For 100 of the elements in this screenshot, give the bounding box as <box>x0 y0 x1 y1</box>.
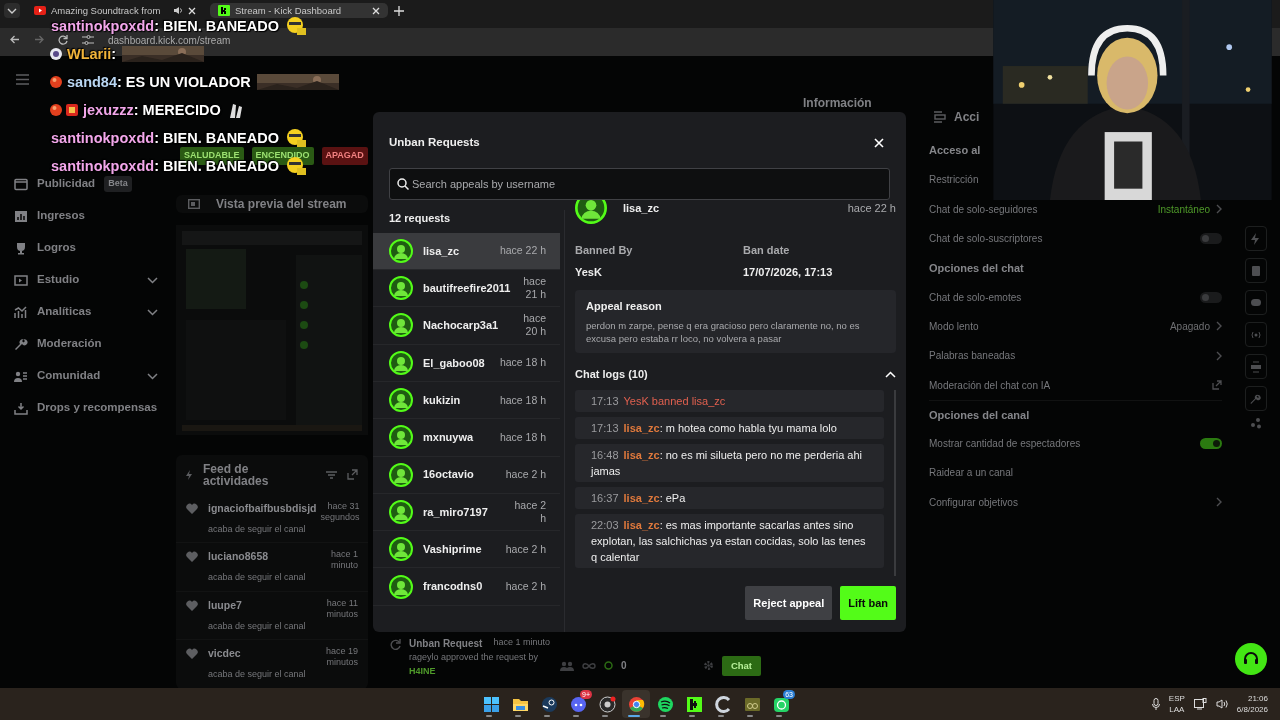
chevron-up-icon[interactable] <box>885 370 896 378</box>
new-tab-icon[interactable] <box>394 6 404 16</box>
chat-bubble-icon <box>1250 296 1262 309</box>
request-item[interactable]: Vashiprime hace 2 h <box>373 531 560 569</box>
setting-label: Chat de solo-suscriptores <box>929 232 1044 247</box>
timestamp: hace 1 minuto <box>493 636 550 649</box>
bolt-icon <box>1250 232 1262 245</box>
toggle-switch[interactable] <box>1200 438 1222 450</box>
sidebar-item[interactable]: Ingresos <box>14 206 172 226</box>
sidebar-item[interactable]: Analíticas <box>14 302 172 322</box>
panel-icon <box>934 111 946 123</box>
request-item[interactable]: kukizin hace 18 h <box>373 381 560 420</box>
request-item[interactable]: francodns0 hace 2 h <box>373 568 560 606</box>
request-item[interactable]: mxnuywa hace 18 h <box>373 419 560 457</box>
controller-icon <box>569 695 587 713</box>
window-icon <box>14 177 28 191</box>
username: Vashiprime <box>423 542 483 557</box>
toggle-switch[interactable] <box>1200 291 1222 303</box>
username: ra_miro7197 <box>423 504 489 520</box>
setting-label: Raidear a un canal <box>929 466 1014 481</box>
sidebar-item[interactable]: Drops y recompensas <box>14 398 172 418</box>
setting-label: Palabras baneadas <box>929 349 1017 364</box>
close-icon[interactable] <box>372 6 380 15</box>
menu-icon[interactable] <box>16 74 29 85</box>
tab-title: Stream - Kick Dashboard <box>235 5 343 16</box>
phone-bubble-icon <box>772 695 790 713</box>
reject-button[interactable]: Reject appeal <box>745 585 833 620</box>
language-indicator[interactable]: ESP LAA <box>1168 693 1185 715</box>
section-heading: Opciones del canal <box>929 407 1031 423</box>
circle-icon <box>604 661 613 671</box>
microphone-icon[interactable] <box>1151 698 1160 710</box>
url-text[interactable]: dashboard.kick.com/stream <box>108 35 231 47</box>
modal-title: Unban Requests <box>389 135 480 150</box>
sidebar-label: Publicidad <box>37 176 96 192</box>
heart-icon <box>186 648 198 659</box>
sidebar-item[interactable]: Estudio <box>14 270 172 290</box>
request-item[interactable]: lisa_zc hace 22 h <box>373 232 560 271</box>
avatar-icon <box>389 462 413 487</box>
browser-tab[interactable]: Amazing Soundtrack from <box>26 3 204 18</box>
panel-icon <box>1250 360 1262 373</box>
sidebar-item[interactable]: Publicidad Beta <box>14 174 172 194</box>
bolt-icon <box>186 469 193 480</box>
request-item[interactable]: bautifreefire2011 hace 21 h <box>373 270 560 308</box>
username: luciano8658 <box>208 549 269 564</box>
close-icon[interactable] <box>188 6 196 15</box>
username: 16octavio <box>423 467 475 483</box>
setting-label: Chat de solo-seguidores <box>929 202 1039 217</box>
reload-icon[interactable] <box>58 35 68 45</box>
beta-badge: Beta <box>104 176 132 192</box>
badge-icon <box>49 47 63 61</box>
k-logo-icon <box>685 695 703 713</box>
sidebar-label: Moderación <box>37 336 103 352</box>
badge-icon <box>49 103 63 117</box>
sidebar-item[interactable]: Comunidad <box>14 366 172 386</box>
setting-label: Moderación del chat con IA <box>929 378 1052 393</box>
site-settings-icon[interactable] <box>82 35 94 45</box>
volume-icon[interactable] <box>1215 699 1228 709</box>
dots-icon[interactable] <box>1250 418 1262 429</box>
taskbar-app[interactable] <box>622 690 650 718</box>
search-icon <box>397 178 409 191</box>
network-icon[interactable] <box>1193 698 1207 710</box>
badge-icon <box>65 103 79 117</box>
browser-tab[interactable]: Stream - Kick Dashboard <box>210 3 388 18</box>
feed-action: acaba de seguir el canal <box>208 619 307 633</box>
lift-ban-button[interactable]: Lift ban <box>840 585 896 620</box>
forward-icon[interactable] <box>34 35 44 44</box>
badge-icon <box>49 75 63 89</box>
emote-icon <box>285 156 307 176</box>
request-item[interactable]: ra_miro7197 hace 2 h <box>373 493 560 532</box>
request-item[interactable]: Nachocarp3a1 hace 20 h <box>373 307 560 345</box>
field-value: YesK <box>575 264 603 280</box>
moderator-name: H4INE <box>409 664 437 678</box>
request-time: hace 18 h <box>499 356 546 370</box>
chat-message: santinokpoxdd: BIEN. BANEADO <box>51 19 279 33</box>
setting-label: Restricción <box>929 173 980 188</box>
sidebar-label: Comunidad <box>37 368 102 384</box>
toggle-switch[interactable] <box>1200 233 1222 245</box>
username: kukizin <box>423 392 462 408</box>
timestamp: hace 31 segundos <box>320 500 360 523</box>
sidebar-item[interactable]: Logros <box>14 238 172 258</box>
tab-list-button[interactable] <box>4 3 20 18</box>
username: ignaciofbaifbusbdisjd <box>208 500 317 516</box>
avatar-icon <box>389 238 413 263</box>
request-item[interactable]: El_gaboo08 hace 18 h <box>373 344 560 382</box>
clock[interactable]: 21:06 6/8/2026 <box>1236 693 1268 715</box>
point-count: 0 <box>621 659 628 674</box>
chat-send-button[interactable]: Chat <box>721 655 761 676</box>
wrench-icon <box>1250 392 1262 405</box>
sidebar-item[interactable]: Moderación <box>14 334 172 354</box>
search-field[interactable]: Search appeals by username <box>389 168 890 201</box>
popout-icon[interactable] <box>347 469 358 480</box>
request-item[interactable]: 16octavio hace 2 h <box>373 456 560 494</box>
log-entry: 22:03 lisa_zc: es mas importante sacarlas antes sino explotan, las salchichas ya estan cocidas, solo las tenes q calentar <box>575 514 884 569</box>
avatar-icon <box>389 388 413 413</box>
back-icon[interactable] <box>10 35 20 44</box>
section-title: Feed de actividades <box>203 462 270 487</box>
feed-action: acaba de seguir el canal <box>208 522 307 536</box>
setting-label: Modo lento <box>929 319 980 334</box>
username: bautifreefire2011 <box>423 280 511 296</box>
section-heading: Opciones del chat <box>929 260 1025 276</box>
